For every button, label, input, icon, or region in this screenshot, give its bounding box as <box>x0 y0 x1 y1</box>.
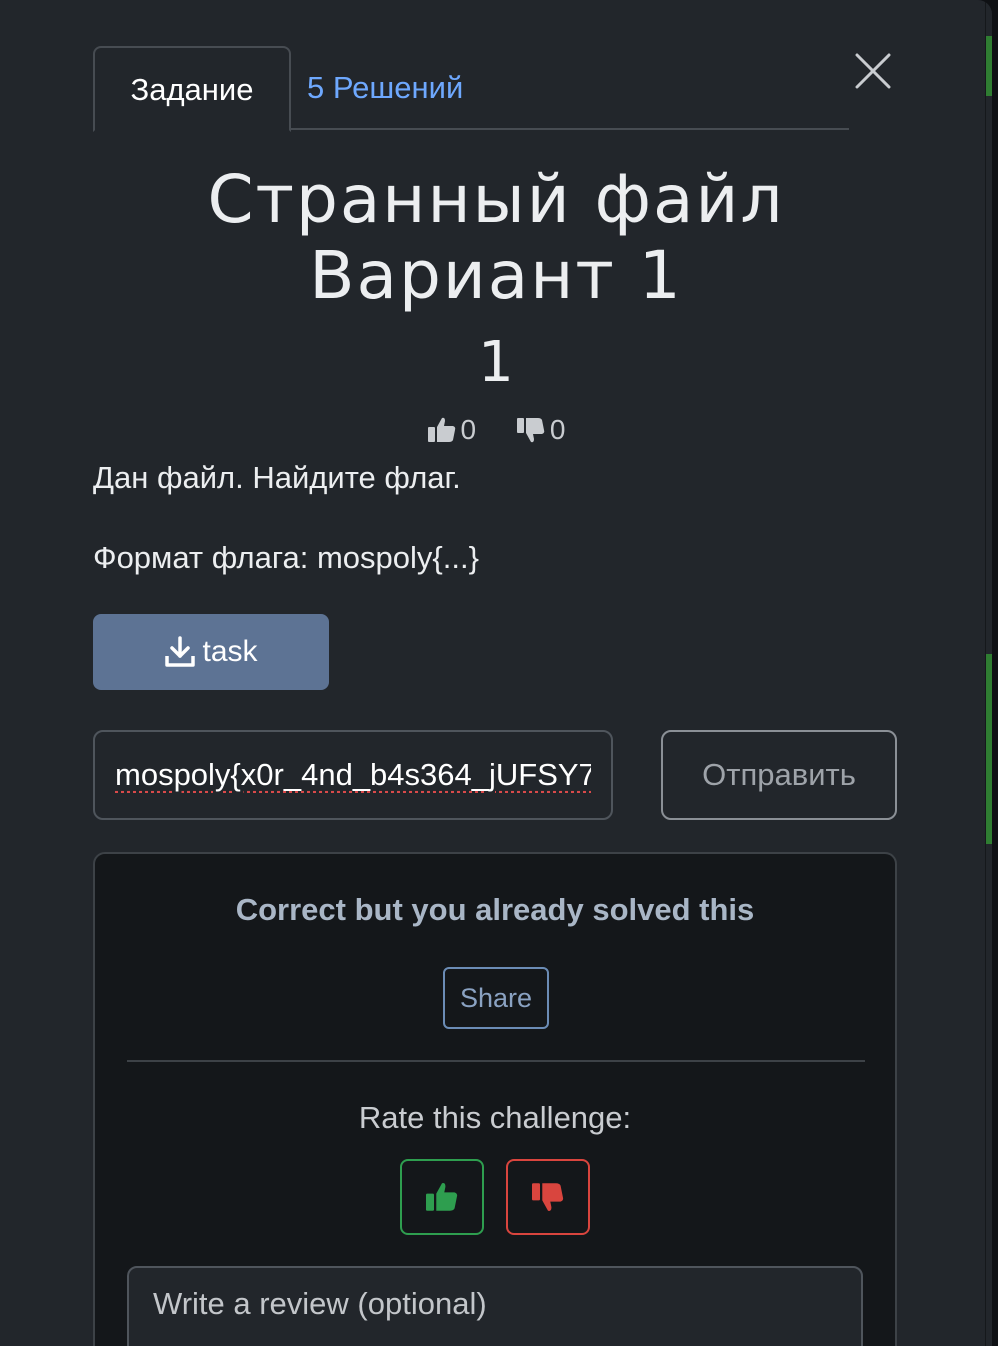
tab-solutions[interactable]: 5 Решений <box>307 46 507 130</box>
thumbs-down-icon <box>516 418 545 443</box>
thumbs-down-icon <box>532 1183 564 1211</box>
thumbs-up-icon <box>426 1183 458 1211</box>
vote-counts: 0 0 <box>96 414 896 451</box>
rate-label: Rate this challenge: <box>358 1100 632 1135</box>
download-icon <box>165 636 196 667</box>
result-panel: Correct but you already solved this Shar… <box>93 852 897 1346</box>
challenge-value: 1 <box>478 330 514 395</box>
description-line2: Формат флага: mospoly{...} <box>93 540 479 575</box>
dislike-count-value: 0 <box>549 414 566 445</box>
tab-task[interactable]: Задание <box>93 46 291 132</box>
dislike-count: 0 <box>516 414 566 446</box>
like-count: 0 <box>427 414 477 446</box>
close-icon[interactable] <box>852 50 894 92</box>
challenge-title-line1: Странный файл <box>207 161 785 238</box>
rate-down-button[interactable] <box>506 1159 590 1235</box>
scroll-indicator-bottom <box>986 654 992 844</box>
challenge-modal: Задание 5 Решений Странный файл Вариант … <box>0 0 992 1346</box>
tab-bar: Задание 5 Решений <box>93 46 849 132</box>
challenge-title-line2: Вариант 1 <box>309 237 683 314</box>
challenge-title: Странный файл Вариант 1 <box>96 162 896 314</box>
flag-input[interactable] <box>93 730 613 820</box>
rate-up-button[interactable] <box>400 1159 484 1235</box>
like-count-value: 0 <box>460 414 477 445</box>
share-button[interactable]: Share <box>443 967 549 1029</box>
result-message: Correct but you already solved this <box>235 892 755 927</box>
thumbs-up-icon <box>427 417 455 442</box>
review-textarea[interactable] <box>127 1266 863 1346</box>
divider <box>127 1060 865 1062</box>
download-task-button[interactable]: task <box>93 614 329 690</box>
description-line1: Дан файл. Найдите флаг. <box>93 460 461 495</box>
scroll-indicator-top <box>986 36 992 96</box>
download-task-label: task <box>202 635 258 668</box>
submit-button[interactable]: Отправить <box>661 730 897 820</box>
